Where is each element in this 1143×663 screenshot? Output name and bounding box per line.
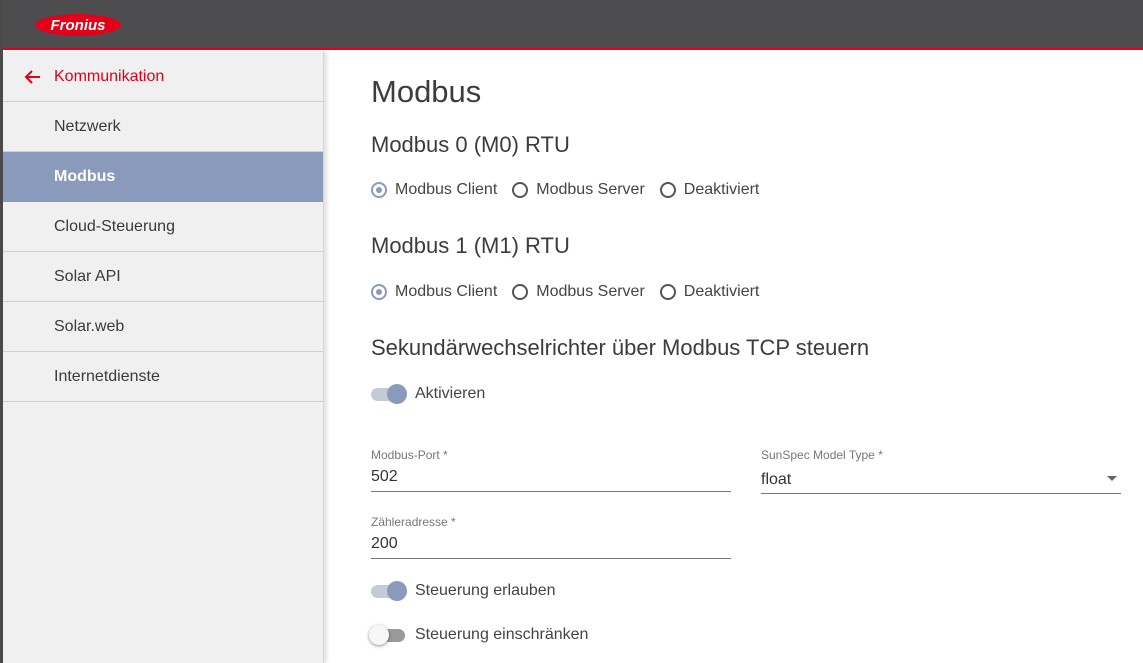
field-label: SunSpec Model Type * <box>761 448 883 462</box>
sidebar-item-label: Solar.web <box>54 317 125 335</box>
activate-label: Aktivieren <box>415 385 486 402</box>
fronius-logo[interactable]: Fronius <box>34 13 122 42</box>
sunspec-model-select[interactable]: SunSpec Model Type * float <box>761 448 1121 494</box>
toggle-switch[interactable] <box>371 384 407 404</box>
allow-control-toggle-row[interactable]: Steuerung erlauben <box>371 581 556 601</box>
radio-label: Deaktiviert <box>683 181 760 198</box>
radio-label: Modbus Client <box>395 283 498 300</box>
sidebar-item-label: Solar API <box>54 267 121 285</box>
radio-checked-icon <box>371 284 387 300</box>
m0-radio-deaktiviert[interactable]: Deaktiviert <box>659 181 760 199</box>
field-underline <box>371 558 731 559</box>
radio-unchecked-icon <box>512 284 529 300</box>
select-value[interactable]: float <box>761 471 1121 489</box>
toggle-switch[interactable] <box>369 625 407 645</box>
toggle-knob <box>387 384 407 404</box>
sidebar-item-solar-web[interactable]: Solar.web <box>3 302 323 352</box>
activate-toggle-row[interactable]: Aktivieren <box>371 384 485 404</box>
radio-unchecked-icon <box>659 284 676 300</box>
allow-control-label: Steuerung erlauben <box>415 582 556 599</box>
sidebar-item-cloud-steuerung[interactable]: Cloud-Steuerung <box>3 202 323 252</box>
svg-text:Fronius: Fronius <box>51 17 106 34</box>
radio-label: Modbus Server <box>536 283 645 300</box>
toggle-knob <box>369 625 389 645</box>
field-label: Zähleradresse * <box>371 515 456 529</box>
sidebar-item-label: Cloud-Steuerung <box>54 217 175 235</box>
back-to-kommunikation[interactable]: Kommunikation <box>3 52 323 102</box>
page-title: Modbus <box>371 74 482 109</box>
sidebar: Kommunikation Netzwerk Modbus Cloud-Steu… <box>3 52 324 663</box>
restrict-control-toggle-row[interactable]: Steuerung einschränken <box>369 625 589 645</box>
m1-radio-group: Modbus Client Modbus Server Deaktiviert <box>371 283 774 301</box>
zaehleradresse-field[interactable]: Zähleradresse * 200 <box>371 515 731 559</box>
m1-radio-deaktiviert[interactable]: Deaktiviert <box>659 283 760 301</box>
toggle-knob <box>387 581 407 601</box>
sidebar-item-modbus[interactable]: Modbus <box>3 152 323 202</box>
restrict-control-label: Steuerung einschränken <box>415 626 589 643</box>
back-label: Kommunikation <box>54 67 165 85</box>
radio-label: Modbus Server <box>536 181 645 198</box>
m1-radio-client[interactable]: Modbus Client <box>371 283 497 301</box>
radio-unchecked-icon <box>512 182 529 198</box>
sidebar-item-netzwerk[interactable]: Netzwerk <box>3 102 323 152</box>
sidebar-item-solar-api[interactable]: Solar API <box>3 252 323 302</box>
m0-radio-client[interactable]: Modbus Client <box>371 181 497 199</box>
field-underline <box>761 493 1121 494</box>
radio-unchecked-icon <box>659 182 676 198</box>
field-value[interactable]: 200 <box>371 535 731 553</box>
toggle-switch[interactable] <box>371 581 407 601</box>
modbus-port-field[interactable]: Modbus-Port * 502 <box>371 448 731 492</box>
sidebar-item-label: Internetdienste <box>54 367 160 385</box>
sidebar-item-internetdienste[interactable]: Internetdienste <box>3 352 323 402</box>
m0-radio-server[interactable]: Modbus Server <box>512 181 645 199</box>
sidebar-item-label: Modbus <box>54 167 116 185</box>
caret-down-icon[interactable] <box>1107 476 1117 481</box>
sidebar-item-label: Netzwerk <box>54 117 121 135</box>
m1-heading: Modbus 1 (M1) RTU <box>371 233 570 258</box>
field-label: Modbus-Port * <box>371 448 448 462</box>
m0-heading: Modbus 0 (M0) RTU <box>371 132 570 157</box>
radio-checked-icon <box>371 182 387 198</box>
m0-radio-group: Modbus Client Modbus Server Deaktiviert <box>371 181 774 199</box>
m1-radio-server[interactable]: Modbus Server <box>512 283 645 301</box>
radio-label: Modbus Client <box>395 181 498 198</box>
field-value[interactable]: 502 <box>371 468 731 486</box>
top-bar: Fronius <box>0 0 1143 50</box>
arrow-left-icon <box>3 69 54 85</box>
radio-label: Deaktiviert <box>683 283 760 300</box>
field-underline <box>371 491 731 492</box>
window-edge <box>0 0 3 663</box>
tcp-heading: Sekundärwechselrichter über Modbus TCP s… <box>371 335 870 360</box>
